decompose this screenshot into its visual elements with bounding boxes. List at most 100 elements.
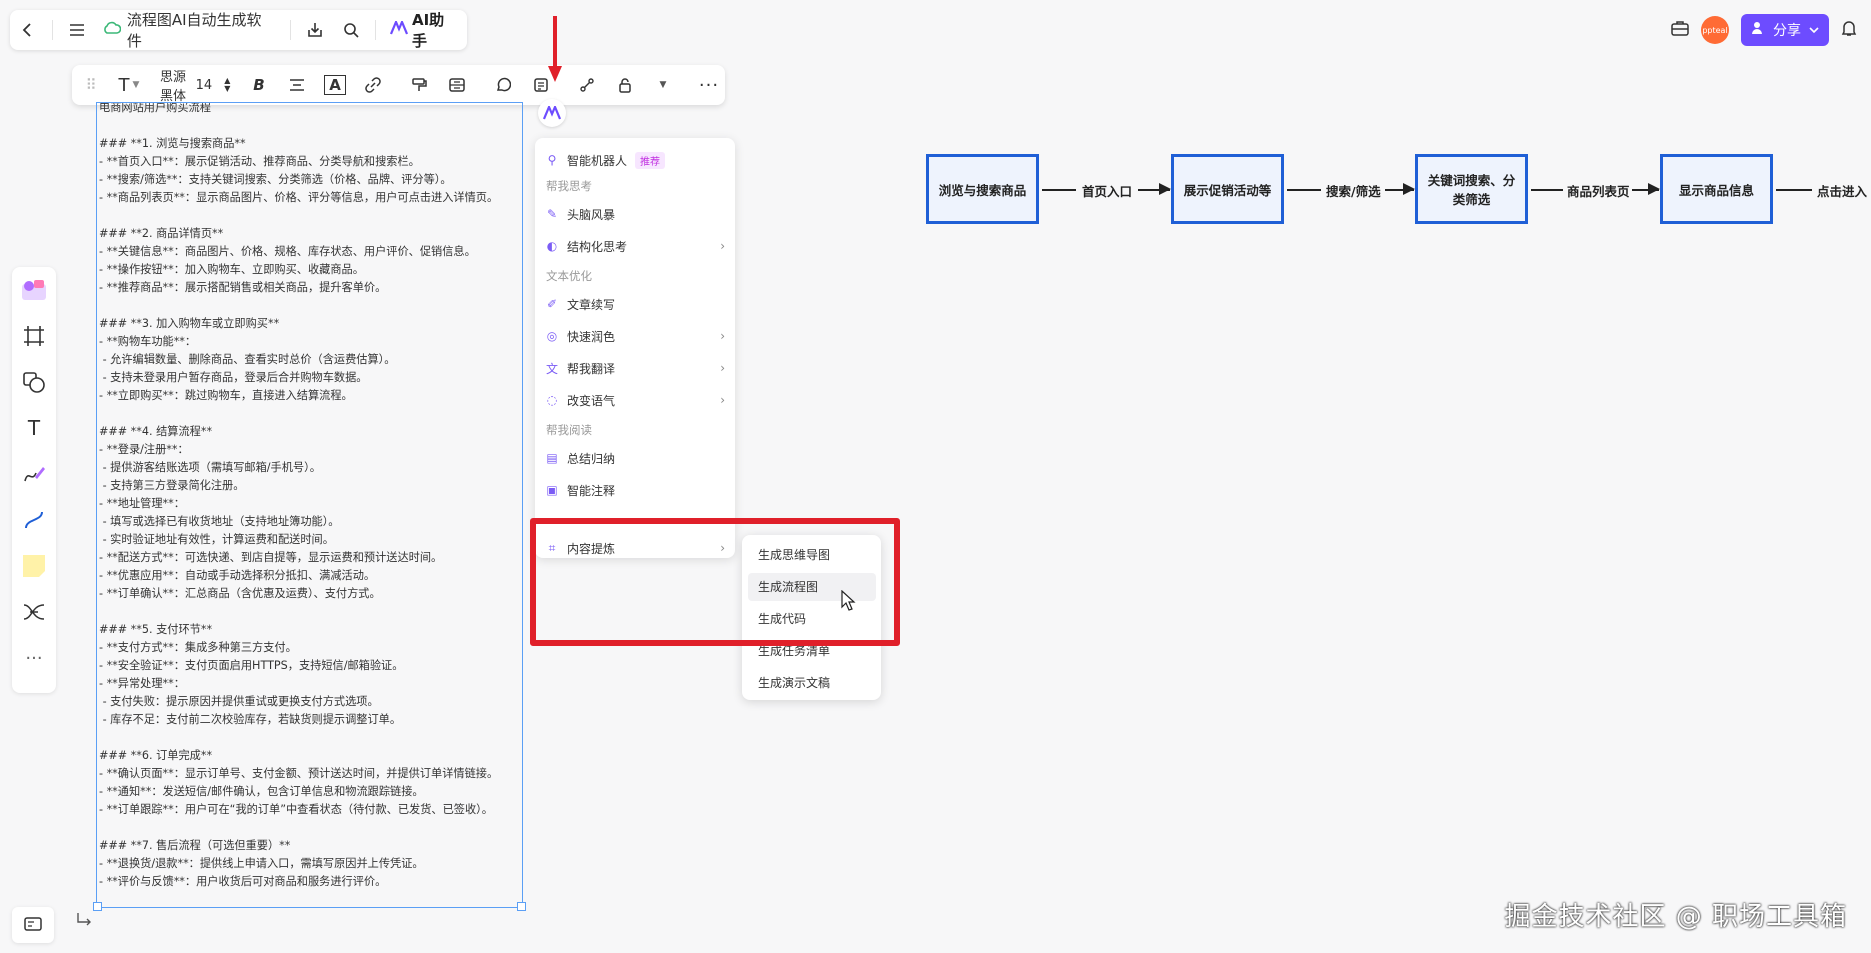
menu-label: 智能注释 xyxy=(567,483,616,498)
menu-label: 总结归纳 xyxy=(567,451,616,466)
menu-label: 头脑风暴 xyxy=(567,207,616,222)
share-user-icon xyxy=(1751,21,1765,39)
brainstorm-icon: ✎ xyxy=(546,207,558,221)
text-format-toolbar: ⠿ T ▼ 思源黑体 14 ▲ ▼ B A ▼ ··· xyxy=(72,65,725,105)
chevron-down-icon: ▼ xyxy=(132,80,140,90)
link-icon[interactable] xyxy=(354,70,392,100)
menu-item-translate[interactable]: 文 帮我翻译 › xyxy=(545,355,725,381)
flow-node[interactable]: 展示促销活动等 xyxy=(1171,154,1284,224)
annotate-icon: ▣ xyxy=(546,483,558,497)
resize-handle[interactable] xyxy=(517,902,526,911)
resize-handle[interactable] xyxy=(93,902,102,911)
mindmap-icon[interactable] xyxy=(17,595,51,629)
submenu-item-slides[interactable]: 生成演示文稿 xyxy=(748,669,876,697)
bold-icon[interactable]: B xyxy=(240,70,278,100)
menu-label: 快速润色 xyxy=(567,329,616,344)
templates-icon[interactable] xyxy=(17,273,51,307)
more-tools-icon[interactable]: ··· xyxy=(17,641,51,675)
download-icon[interactable] xyxy=(297,12,333,48)
sticky-note-icon[interactable] xyxy=(17,549,51,583)
divider xyxy=(51,20,53,40)
search-icon[interactable] xyxy=(333,12,369,48)
document-title[interactable]: 流程图AI自动生成软件 xyxy=(95,9,284,51)
font-family-select[interactable]: 思源黑体 xyxy=(156,70,194,104)
chevron-right-icon: › xyxy=(720,393,725,407)
shape-icon[interactable] xyxy=(17,365,51,399)
menu-label: 智能机器人 xyxy=(567,153,628,168)
watermark: 掘金技术社区 @ 职场工具箱 xyxy=(1504,902,1847,932)
section-label: 帮我阅读 xyxy=(546,423,592,437)
frame-icon[interactable] xyxy=(17,319,51,353)
format-painter-icon[interactable] xyxy=(400,70,438,100)
flow-edge-label: 首页入口 xyxy=(1082,184,1133,199)
summary-icon: ▤ xyxy=(546,451,558,465)
bell-icon[interactable] xyxy=(1841,19,1857,41)
flow-edge-label: 点击进入 xyxy=(1817,184,1868,199)
text-card-content: 电商网站用户购买流程 ### **1. 浏览与搜索商品** - **首页入口**… xyxy=(99,102,499,888)
top-toolbar: 流程图AI自动生成软件 AI助手 xyxy=(10,10,467,50)
ai-badge-icon[interactable] xyxy=(538,99,566,127)
pen-icon[interactable] xyxy=(17,457,51,491)
flow-node[interactable]: 浏览与搜索商品 xyxy=(926,154,1039,224)
menu-item-summary[interactable]: ▤ 总结归纳 xyxy=(545,445,725,471)
text-tool-icon[interactable]: T xyxy=(17,411,51,445)
menu-label: 文章续写 xyxy=(567,297,616,312)
chevron-right-icon: › xyxy=(720,239,725,253)
back-icon[interactable] xyxy=(10,12,46,48)
menu-item-annotate[interactable]: ▣ 智能注释 xyxy=(545,477,725,503)
chevron-down-icon[interactable] xyxy=(1809,22,1819,38)
comment-icon[interactable] xyxy=(484,70,522,100)
top-right-bar: ppteal 分享 xyxy=(1671,10,1871,50)
menu-label: 帮我翻译 xyxy=(567,361,616,376)
menu-item-structured[interactable]: ◐ 结构化思考 › xyxy=(545,233,725,259)
ai-assistant-button[interactable]: AI助手 xyxy=(382,9,467,51)
connector-handle-icon[interactable] xyxy=(75,910,93,932)
drag-handle-icon[interactable]: ⠿ xyxy=(72,70,110,100)
menu-item-tone[interactable]: ◌ 改变语气 › xyxy=(545,387,725,413)
menu-label: 改变语气 xyxy=(567,393,616,408)
lock-icon[interactable] xyxy=(606,70,644,100)
location-pin-icon: ⚲ xyxy=(547,153,557,167)
briefcase-icon[interactable] xyxy=(1671,20,1689,40)
cloud-icon xyxy=(103,21,122,39)
menu-item-brainstorm[interactable]: ✎ 头脑风暴 xyxy=(545,201,725,227)
menu-icon[interactable] xyxy=(59,12,95,48)
polish-icon: ◎ xyxy=(546,329,558,343)
menu-item-polish[interactable]: ◎ 快速润色 › xyxy=(545,323,725,349)
font-size-input[interactable]: 14 ▲ ▼ xyxy=(194,70,232,100)
more-icon[interactable]: ··· xyxy=(690,70,728,100)
minimap-button[interactable] xyxy=(12,907,54,943)
flow-node[interactable]: 显示商品信息 xyxy=(1660,154,1773,224)
arrow-head-icon xyxy=(1403,183,1415,195)
share-label: 分享 xyxy=(1773,23,1801,39)
left-toolbar: T ··· xyxy=(12,267,56,693)
flow-edge-label: 搜索/筛选 xyxy=(1326,184,1381,199)
divider xyxy=(290,20,292,40)
flow-node[interactable]: 关键词搜索、分类筛选 xyxy=(1415,154,1528,224)
menu-item-robot[interactable]: ⚲ 智能机器人 推荐 xyxy=(545,147,725,173)
stepper-icon[interactable]: ▲ ▼ xyxy=(224,77,230,93)
text-style-dropdown[interactable]: T ▼ xyxy=(110,70,148,100)
flow-connector xyxy=(1042,189,1076,191)
recommend-badge: 推荐 xyxy=(635,151,666,169)
avatar[interactable]: ppteal xyxy=(1701,16,1729,44)
align-center-icon[interactable] xyxy=(278,70,316,100)
menu-label: 结构化思考 xyxy=(567,239,628,254)
menu-item-continue[interactable]: ✐ 文章续写 xyxy=(545,291,725,317)
avatar-text: ppteal xyxy=(1702,25,1728,35)
selected-text-card[interactable]: 电商网站用户购买流程 ### **1. 浏览与搜索商品** - **首页入口**… xyxy=(96,102,523,908)
share-button[interactable]: 分享 xyxy=(1741,14,1829,46)
flow-connector xyxy=(1287,189,1321,191)
text-color-icon[interactable]: A xyxy=(316,70,354,100)
text-type-icon: T xyxy=(118,74,130,96)
chevron-right-icon: › xyxy=(720,329,725,343)
chevron-right-icon: › xyxy=(720,361,725,375)
connector-icon[interactable] xyxy=(568,70,606,100)
red-arrow-annotation xyxy=(547,16,563,90)
connector-line-icon[interactable] xyxy=(17,503,51,537)
strikethrough-icon[interactable] xyxy=(438,70,476,100)
section-label: 文本优化 xyxy=(546,269,592,283)
ai-context-menu: ⚲ 智能机器人 推荐 帮我思考 ✎ 头脑风暴 ◐ 结构化思考 › 文本优化 ✐ … xyxy=(535,138,735,558)
chevron-down-icon[interactable]: ▼ xyxy=(644,70,682,100)
divider xyxy=(374,20,376,40)
